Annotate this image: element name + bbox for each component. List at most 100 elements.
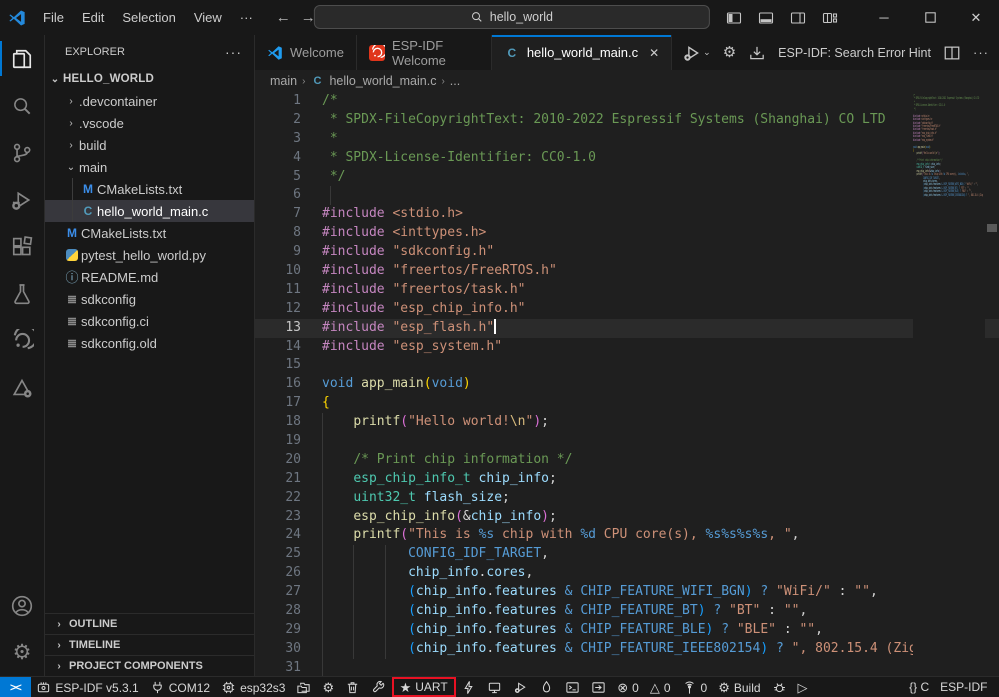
status--[interactable]: >< <box>0 677 31 697</box>
close-button[interactable]: ✕ <box>953 0 999 35</box>
code-line-2: 2 * SPDX-FileCopyrightText: 2010-2022 Es… <box>255 111 999 130</box>
status-esp-idf[interactable]: ESP-IDF <box>935 677 993 697</box>
indent-guide <box>330 186 331 205</box>
close-tab-icon[interactable]: ✕ <box>649 46 659 60</box>
status-terminal[interactable] <box>560 677 586 697</box>
tree-item--devcontainer[interactable]: ›.devcontainer <box>45 90 254 112</box>
search-input[interactable]: hello_world <box>313 5 709 29</box>
status-debug-alt[interactable] <box>508 677 534 697</box>
status-uart[interactable]: ★UART <box>392 677 456 697</box>
tree-item-main[interactable]: ⌄main <box>45 156 254 178</box>
vscode-icon <box>267 45 283 61</box>
menu-selection[interactable]: Selection <box>113 6 184 29</box>
layout-sidebar-right-icon[interactable] <box>785 6 811 30</box>
section-project-components[interactable]: ›PROJECT COMPONENTS <box>45 655 254 676</box>
activity-espressif[interactable] <box>0 317 44 364</box>
indent-guide <box>322 526 323 545</box>
espressif-icon <box>10 329 34 353</box>
status--c[interactable]: {} C <box>904 677 935 697</box>
indent-guide <box>72 178 73 200</box>
line-number: 6 <box>255 186 301 205</box>
maximize-button[interactable] <box>907 0 953 35</box>
tab-welcome[interactable]: Welcome <box>255 35 357 70</box>
code-line-6: 6 <box>255 186 999 205</box>
breadcrumb[interactable]: main›Chello_world_main.c›... <box>255 70 999 92</box>
code-line-26: 26 chip_info.cores, <box>255 564 999 583</box>
layout-customize-icon[interactable] <box>817 6 843 30</box>
minimize-button[interactable]: ─ <box>861 0 907 35</box>
status-play[interactable]: ▷ <box>792 677 813 697</box>
split-editor-icon[interactable] <box>943 44 961 62</box>
tree-item-hello-world[interactable]: ⌄HELLO_WORLD <box>45 68 254 90</box>
status-0[interactable]: △0 <box>644 677 676 697</box>
code-editor[interactable]: 1/* 2 * SPDX-FileCopyrightText: 2010-202… <box>255 92 999 676</box>
line-number: 2 <box>255 111 301 130</box>
line-number: 3 <box>255 130 301 149</box>
menu-edit[interactable]: Edit <box>73 6 113 29</box>
status-gear[interactable]: ⚙ <box>317 677 340 697</box>
status-com12[interactable]: COM12 <box>144 677 215 697</box>
status-flame[interactable] <box>534 677 560 697</box>
status-esp-idf-v5-3-1[interactable]: ESP-IDF v5.3.1 <box>31 677 144 697</box>
breadcrumb-item[interactable]: main <box>270 74 297 88</box>
layout-sidebar-icon[interactable] <box>721 6 747 30</box>
gear-icon[interactable]: ⚙ <box>723 45 736 60</box>
install-icon[interactable] <box>748 44 766 62</box>
activity-settings[interactable]: ⚙ <box>0 629 44 676</box>
activity-run-debug[interactable] <box>0 176 44 223</box>
menu-view[interactable]: View <box>185 6 231 29</box>
status-0[interactable]: 0 <box>676 677 713 697</box>
tree-item-cmakelists-txt[interactable]: MCMakeLists.txt <box>45 178 254 200</box>
activity-source-control[interactable] <box>0 129 44 176</box>
run-debug-button[interactable]: ⌄ <box>682 43 711 63</box>
tab-esp-idf-welcome[interactable]: ESP-IDF Welcome <box>357 35 492 70</box>
status-trash[interactable] <box>340 677 366 697</box>
activity-testing[interactable] <box>0 270 44 317</box>
status-bug[interactable] <box>766 677 792 697</box>
activity-accounts[interactable] <box>0 582 44 629</box>
indent-guide <box>385 602 386 621</box>
status-lightning[interactable] <box>456 677 482 697</box>
tree-item-build[interactable]: ›build <box>45 134 254 156</box>
menu-file[interactable]: File <box>34 6 73 29</box>
status-0[interactable]: ⊗0 <box>612 677 645 697</box>
activity-search[interactable] <box>0 82 44 129</box>
section-outline[interactable]: ›OUTLINE <box>45 613 254 634</box>
breadcrumb-item[interactable]: ... <box>450 74 460 88</box>
tree-item-sdkconfig[interactable]: ≣sdkconfig <box>45 288 254 310</box>
tree-item-readme-md[interactable]: ⓘREADME.md <box>45 266 254 288</box>
status-folder-copy[interactable] <box>291 677 317 697</box>
activity-extensions[interactable] <box>0 223 44 270</box>
breadcrumb-item[interactable]: hello_world_main.c <box>329 74 436 88</box>
explorer-more-icon[interactable]: ··· <box>225 44 242 60</box>
trash-icon <box>345 680 360 695</box>
minimap[interactable]: /* * SPDX-FileCopyrightText: 2010-2022 E… <box>913 94 985 676</box>
tree-item-sdkconfig-old[interactable]: ≣sdkconfig.old <box>45 332 254 354</box>
activity-explorer[interactable] <box>0 35 44 82</box>
code-line-17: 17{ <box>255 394 999 413</box>
scrollbar-marker[interactable] <box>987 224 997 232</box>
config-icon: ≣ <box>67 337 77 349</box>
tree-item-cmakelists-txt[interactable]: MCMakeLists.txt <box>45 222 254 244</box>
esp-triangle-icon <box>10 376 34 400</box>
menu-more[interactable]: ··· <box>231 6 262 29</box>
indent-guide <box>385 564 386 583</box>
section-timeline[interactable]: ›TIMELINE <box>45 634 254 655</box>
status-monitor[interactable] <box>482 677 508 697</box>
tree-item-hello-world-main-c[interactable]: Chello_world_main.c <box>45 200 254 222</box>
more-actions-icon[interactable]: ··· <box>973 46 989 59</box>
tab-hello-world-main-c[interactable]: Chello_world_main.c ✕ <box>492 35 672 70</box>
indent-guide <box>353 564 354 583</box>
status-esp32s3[interactable]: esp32s3 <box>216 677 291 697</box>
status-arrow-into-box[interactable] <box>586 677 612 697</box>
tree-item-sdkconfig-ci[interactable]: ≣sdkconfig.ci <box>45 310 254 332</box>
activity-esp-idf-explorer[interactable] <box>0 364 44 411</box>
status-wrench[interactable] <box>366 677 392 697</box>
back-arrow-icon[interactable]: ← <box>276 10 291 25</box>
tree-item-pytest-hello-world-py[interactable]: pytest_hello_world.py <box>45 244 254 266</box>
status-build[interactable]: ⚙Build <box>713 677 766 697</box>
chevron-down-icon: ⌄ <box>47 74 63 85</box>
layout-panel-icon[interactable] <box>753 6 779 30</box>
esp-idf-search-error-hint-button[interactable]: ESP-IDF: Search Error Hint <box>778 46 931 60</box>
tree-item--vscode[interactable]: ›.vscode <box>45 112 254 134</box>
